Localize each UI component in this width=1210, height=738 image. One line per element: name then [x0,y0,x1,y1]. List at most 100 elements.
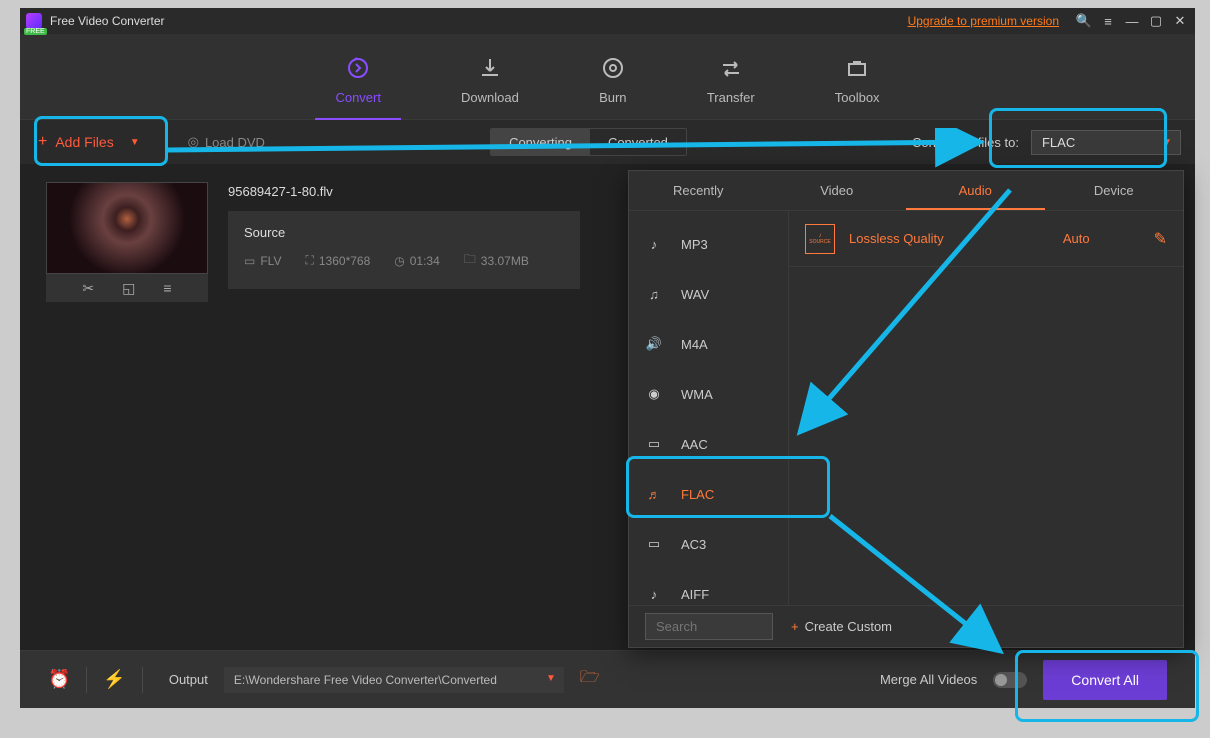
nav-download[interactable]: Download [461,54,519,119]
nav-transfer[interactable]: Transfer [707,54,755,119]
main-nav: Convert Download Burn Transfer Toolbox [20,34,1195,120]
format-wav[interactable]: ♫WAV [629,269,788,319]
merge-toggle[interactable] [993,672,1027,688]
load-dvd-label: Load DVD [205,135,265,150]
quality-option-lossless[interactable]: ♪SOURCE Lossless Quality Auto ✎ [789,211,1183,267]
seg-converting[interactable]: Converting [491,129,590,155]
format-select[interactable]: FLAC ▼ [1031,130,1181,155]
app-title: Free Video Converter [50,14,165,28]
format-list[interactable]: ♪MP3 ♫WAV 🔊M4A ◉WMA ▭AAC ♬FLAC ▭AC3 ♪AIF… [629,211,789,605]
title-bar: FREE Free Video Converter Upgrade to pre… [20,8,1195,34]
crop-icon[interactable]: ◱ [122,280,135,297]
music-note-icon: ♪ [643,233,665,255]
format-search-input[interactable] [645,613,773,640]
format-popup: Recently Video Audio Device ♪MP3 ♫WAV 🔊M… [628,170,1184,648]
nav-toolbox-label: Toolbox [835,90,880,105]
convert-icon [344,54,372,82]
load-dvd-button[interactable]: ◎ Load DVD [188,134,265,150]
trim-icon[interactable]: ✂ [82,280,94,297]
status-segment: Converting Converted [490,128,687,156]
toolbar: + Add Files ▼ ◎ Load DVD Converting Conv… [20,120,1195,164]
quality-label: Lossless Quality [849,231,1049,246]
file-thumbnail[interactable] [46,182,208,274]
seg-converted[interactable]: Converted [590,129,686,155]
convert-to-label: Convert all files to: [912,135,1019,150]
popup-tabs: Recently Video Audio Device [629,171,1183,211]
nav-toolbox[interactable]: Toolbox [835,54,880,119]
nav-download-label: Download [461,90,519,105]
nav-convert-label: Convert [335,90,381,105]
container-badge: ▭ FLV [244,254,281,268]
quality-pane: ♪SOURCE Lossless Quality Auto ✎ [789,211,1183,605]
add-files-label: Add Files [55,134,113,150]
effects-icon[interactable]: ≡ [163,280,171,296]
tab-audio[interactable]: Audio [906,171,1045,210]
format-m4a[interactable]: 🔊M4A [629,319,788,369]
music-note-icon: ♫ [643,283,665,305]
file-thumbnail-block: ✂ ◱ ≡ [46,182,208,302]
format-mp3[interactable]: ♪MP3 [629,219,788,269]
transfer-icon [717,54,745,82]
create-custom-button[interactable]: + Create Custom [791,619,892,634]
nav-burn[interactable]: Burn [599,54,627,119]
maximize-icon[interactable]: ▢ [1147,12,1165,30]
app-logo-icon: FREE [26,13,42,29]
chevron-down-icon: ▼ [130,137,140,148]
nav-convert[interactable]: Convert [335,54,381,119]
create-custom-label: Create Custom [805,619,892,634]
source-stats: ▭ FLV ⛶ 1360*768 ◷ 01:34 🗀 33.07MB [244,250,564,271]
format-ac3[interactable]: ▭AC3 [629,519,788,569]
source-label: Source [244,225,564,240]
chevron-down-icon: ▼ [546,673,556,684]
format-aac[interactable]: ▭AAC [629,419,788,469]
separator [86,667,87,693]
output-path-select[interactable]: E:\Wondershare Free Video Converter\Conv… [224,667,564,693]
gpu-icon[interactable]: ⚡ [103,669,125,690]
burn-icon [599,54,627,82]
minimize-icon[interactable]: — [1123,12,1141,30]
ac3-icon: ▭ [643,533,665,555]
nav-burn-label: Burn [599,90,626,105]
plus-icon: + [38,133,47,151]
thumb-toolbar: ✂ ◱ ≡ [46,274,208,302]
tab-device[interactable]: Device [1045,171,1184,210]
tab-video[interactable]: Video [768,171,907,210]
nav-transfer-label: Transfer [707,90,755,105]
resolution-badge: ⛶ 1360*768 [305,253,370,268]
add-files-button[interactable]: + Add Files ▼ [20,125,158,159]
music-note-icon: ♪ [643,583,665,605]
format-wma[interactable]: ◉WMA [629,369,788,419]
aac-icon: ▭ [643,433,665,455]
toolbox-icon [843,54,871,82]
bottom-bar: ⏰ ⚡ Output E:\Wondershare Free Video Con… [20,650,1195,708]
download-icon [476,54,504,82]
duration-badge: ◷ 01:34 [394,254,440,268]
tab-recently[interactable]: Recently [629,171,768,210]
quality-auto-label: Auto [1063,231,1090,246]
open-folder-icon[interactable]: 🗁 [580,666,600,693]
schedule-icon[interactable]: ⏰ [48,669,70,690]
flac-icon: ♬ [643,483,665,505]
upgrade-link[interactable]: Upgrade to premium version [908,14,1059,28]
plus-icon: + [791,619,799,634]
size-badge: 🗀 33.07MB [464,250,529,271]
format-flac[interactable]: ♬FLAC [629,469,788,519]
edit-icon[interactable]: ✎ [1154,229,1167,249]
menu-icon[interactable]: ≡ [1099,12,1117,30]
dvd-icon: ◎ [188,134,199,150]
format-select-value: FLAC [1042,135,1075,150]
popup-body: ♪MP3 ♫WAV 🔊M4A ◉WMA ▭AAC ♬FLAC ▭AC3 ♪AIF… [629,211,1183,605]
output-path-value: E:\Wondershare Free Video Converter\Conv… [234,673,497,687]
speaker-icon: 🔊 [643,333,665,355]
close-icon[interactable]: ✕ [1171,12,1189,30]
search-icon[interactable]: 🔍 [1075,12,1093,30]
convert-all-button[interactable]: Convert All [1043,660,1167,700]
format-aiff[interactable]: ♪AIFF [629,569,788,605]
audio-icon: ◉ [643,383,665,405]
output-label: Output [169,672,208,687]
merge-label: Merge All Videos [880,672,977,687]
source-box: Source ▭ FLV ⛶ 1360*768 ◷ 01:34 🗀 33.07M… [228,211,580,289]
separator [142,667,143,693]
popup-footer: + Create Custom [629,605,1183,647]
source-badge-icon: ♪SOURCE [805,224,835,254]
